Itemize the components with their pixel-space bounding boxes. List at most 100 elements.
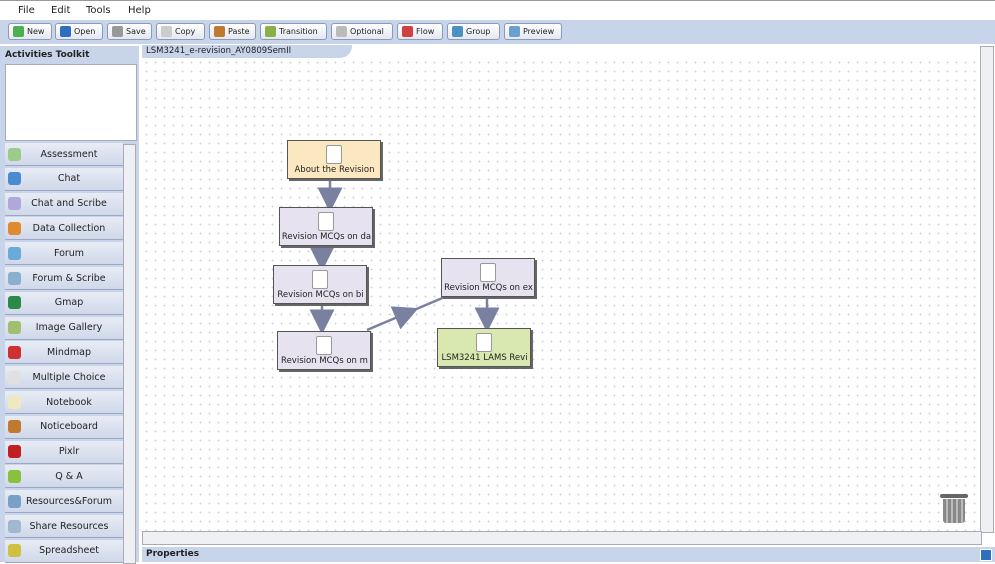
activity-icon (8, 544, 21, 558)
properties-panel-header[interactable]: Properties (142, 547, 995, 562)
save-icon (112, 26, 123, 37)
activity-icon (8, 494, 21, 508)
activity-icon (8, 370, 21, 384)
menu-help[interactable]: Help (128, 5, 151, 16)
button-label: Open (74, 27, 96, 36)
trash-icon[interactable] (940, 494, 968, 524)
toolkit-item[interactable]: Notebook (5, 391, 123, 414)
activity-node[interactable]: Revision MCQs on bi (273, 265, 367, 304)
button-label: Optional (350, 27, 384, 36)
toolkit-item-label: Q & A (55, 470, 83, 482)
toolkit-item[interactable]: Spreadsheet (5, 539, 123, 563)
node-label: LSM3241 LAMS Revi (441, 353, 528, 363)
activity-icon (8, 197, 21, 211)
activity-icon (8, 296, 21, 310)
toolkit-scrollbar[interactable] (123, 144, 136, 564)
toolbar-flow-button[interactable]: Flow (397, 23, 443, 40)
toolbar-transition-button[interactable]: Transition (260, 23, 327, 40)
toolkit-item-label: Resources&Forum (25, 495, 113, 507)
toolkit-item-label: Chat (57, 173, 81, 185)
expand-properties-icon[interactable] (980, 549, 992, 561)
toolkit-description-box (5, 64, 137, 141)
transitions (309, 179, 500, 335)
toolkit-item-label: Mindmap (47, 346, 91, 358)
toolbar-optional-button[interactable]: Optional (331, 23, 393, 40)
node-label: Revision MCQs on da (281, 232, 372, 242)
node-label: Revision MCQs on bi (277, 290, 364, 300)
toolbar-paste-button[interactable]: Paste (209, 23, 256, 40)
toolkit-item[interactable]: Assessment (5, 143, 123, 166)
button-label: Transition (279, 27, 318, 36)
checklist-icon (476, 333, 492, 352)
toolbar-open-button[interactable]: Open (55, 23, 103, 40)
toolbar-save-button[interactable]: Save (107, 23, 152, 40)
transition-line (406, 294, 448, 315)
design-tab[interactable]: LSM3241_e-revision_AY0809SemII (142, 45, 352, 58)
new-icon (13, 26, 24, 37)
activity-node[interactable]: Revision MCQs on ex (441, 258, 535, 297)
toolkit-item-label: Forum (53, 247, 85, 259)
toolkit-item-label: Data Collection (32, 222, 106, 234)
activity-icon (8, 246, 21, 260)
toolkit-item[interactable]: Chat and Scribe (5, 192, 123, 216)
copy-icon (161, 26, 172, 37)
toolkit-item-label: Chat and Scribe (31, 198, 107, 210)
node-label: Revision MCQs on m (281, 356, 368, 366)
toolkit-item[interactable]: Pixlr (5, 440, 123, 464)
paste-icon (214, 26, 225, 37)
activity-icon (8, 221, 21, 235)
toolkit-item-label: Multiple Choice (32, 371, 106, 383)
toolkit-item[interactable]: Q & A (5, 465, 123, 489)
activity-icon (8, 345, 21, 359)
menu-bar: File Edit Tools Help (0, 0, 995, 21)
activity-icon (8, 271, 21, 285)
canvas-vertical-scrollbar[interactable] (980, 46, 994, 533)
toolkit-item[interactable]: Gmap (5, 291, 123, 315)
toolkit-item[interactable]: Chat (5, 167, 123, 191)
flow-icon (402, 26, 413, 37)
toolkit-item-label: Assessment (40, 148, 98, 160)
menu-file[interactable]: File (18, 5, 35, 16)
mcq-icon (312, 270, 328, 289)
design-canvas[interactable]: About the Revision Revision MCQs on da Rev… (142, 58, 980, 531)
toolkit-item[interactable]: Mindmap (5, 341, 123, 365)
activity-icon (8, 172, 21, 186)
toolkit-item[interactable]: Multiple Choice (5, 366, 123, 390)
button-label: Group (466, 27, 491, 36)
toolkit-item-label: Noticeboard (40, 421, 98, 433)
toolkit-item[interactable]: Forum & Scribe (5, 267, 123, 290)
group-icon (452, 26, 463, 37)
toolkit-item[interactable]: Resources&Forum (5, 490, 123, 514)
toolkit-item[interactable]: Forum (5, 242, 123, 266)
button-label: Preview (523, 27, 555, 36)
toolkit-item[interactable]: Noticeboard (5, 415, 123, 439)
activity-node[interactable]: About the Revision (287, 140, 381, 179)
mcq-icon (316, 336, 332, 355)
node-label: About the Revision (294, 165, 375, 175)
toolkit-item[interactable]: Data Collection (5, 217, 123, 241)
pencil-icon (265, 26, 276, 37)
activity-icon (8, 420, 21, 434)
menu-edit[interactable]: Edit (51, 5, 70, 16)
toolkit-item[interactable]: Share Resources (5, 515, 123, 538)
toolkit-item-label: Notebook (46, 396, 92, 408)
toolbar-copy-button[interactable]: Copy (156, 23, 205, 40)
toolbar-new-button[interactable]: New (8, 23, 52, 40)
canvas-horizontal-scrollbar[interactable] (142, 531, 982, 545)
noticeboard-icon (326, 145, 342, 164)
toolkit-item-label: Image Gallery (35, 322, 103, 334)
toolbar: New Open Save Copy Paste Transition Optional Fl… (0, 20, 995, 44)
toolkit-item-label: Pixlr (58, 446, 80, 458)
pencil-gray-icon (336, 26, 347, 37)
button-label: New (27, 27, 45, 36)
activity-node[interactable]: LSM3241 LAMS Revi (437, 328, 531, 367)
toolbar-preview-button[interactable]: Preview (504, 23, 562, 40)
activity-icon (8, 469, 21, 483)
activity-node[interactable]: Revision MCQs on m (277, 331, 371, 370)
button-label: Paste (228, 27, 250, 36)
toolbar-group-button[interactable]: Group (447, 23, 500, 40)
toolkit-item[interactable]: Image Gallery (5, 316, 123, 340)
menu-tools[interactable]: Tools (86, 5, 111, 16)
activity-icon (8, 395, 21, 409)
activity-node[interactable]: Revision MCQs on da (279, 207, 373, 246)
